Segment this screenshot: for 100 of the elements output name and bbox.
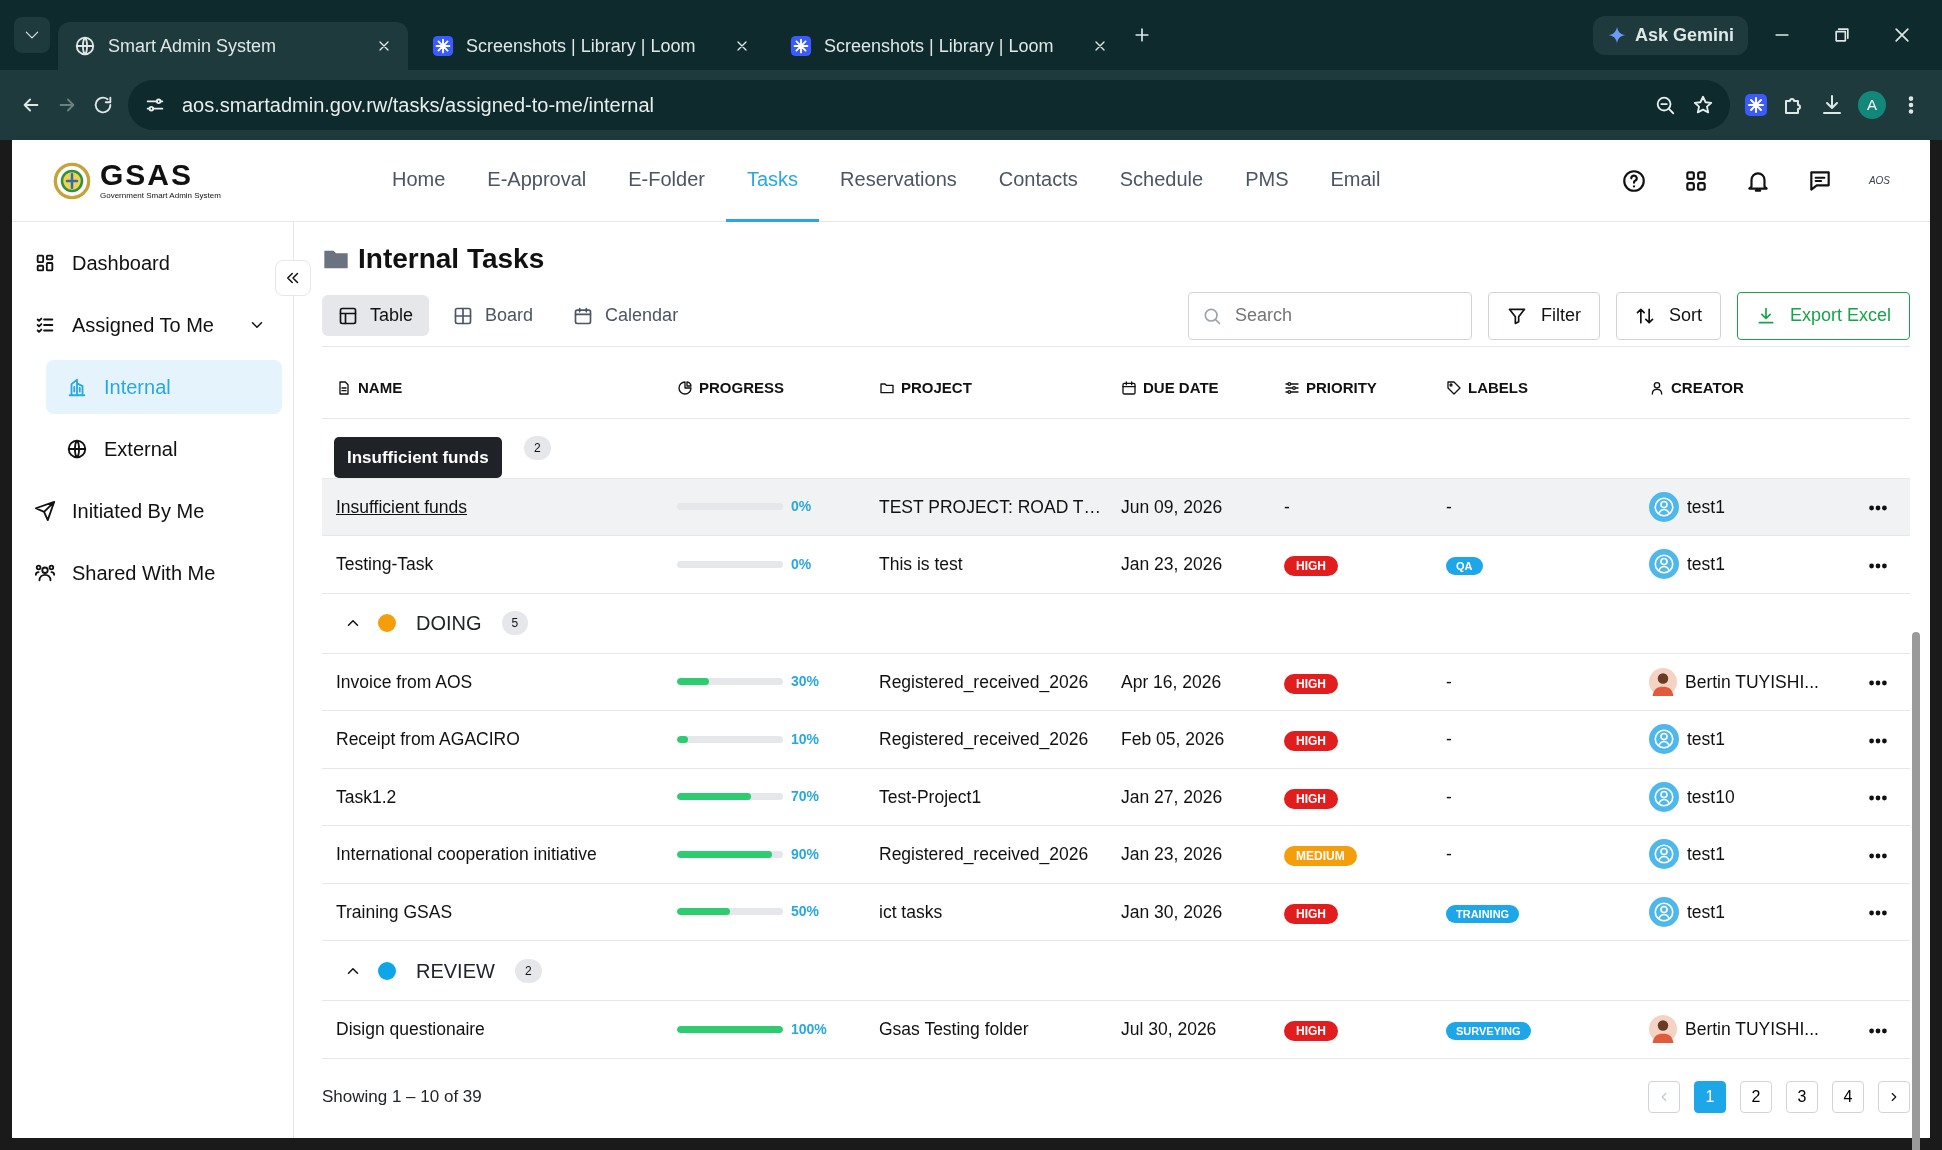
- address-bar[interactable]: aos.smartadmin.gov.rw/tasks/assigned-to-me/internal: [128, 80, 1730, 130]
- progress-percent: 10%: [791, 729, 820, 749]
- nav-link[interactable]: E-Approval: [466, 139, 608, 222]
- nav-link[interactable]: Reservations: [819, 139, 978, 222]
- chevron-down-icon: [25, 31, 39, 39]
- column-header: CREATOR: [1671, 377, 1744, 398]
- doc-icon: [336, 380, 352, 397]
- task-name[interactable]: Invoice from AOS: [336, 668, 677, 695]
- tag-icon: [1446, 380, 1462, 397]
- column-header: DUE DATE: [1143, 377, 1219, 398]
- creator-name: test1: [1687, 728, 1725, 752]
- asterisk-icon[interactable]: [1744, 93, 1768, 117]
- column-header: LABELS: [1468, 377, 1528, 398]
- due-date: Jan 27, 2026: [1121, 785, 1224, 809]
- sidebar-item[interactable]: Assigned To Me: [24, 298, 276, 352]
- progress-percent: 70%: [791, 787, 820, 807]
- sidebar-item[interactable]: Dashboard: [24, 236, 276, 290]
- priority-tag: HIGH: [1284, 1021, 1338, 1042]
- building-icon: [66, 376, 88, 398]
- group-name: REVIEW: [416, 958, 495, 984]
- column-header: PROJECT: [901, 377, 972, 398]
- creator-name: test1: [1687, 495, 1725, 519]
- priority-tag: HIGH: [1284, 903, 1338, 924]
- priority-tag: HIGH: [1284, 731, 1338, 752]
- creator-name: Bertin TUYISHI...: [1685, 1018, 1819, 1042]
- filter-button[interactable]: Filter: [1487, 291, 1600, 340]
- sort-button[interactable]: Sort: [1615, 291, 1721, 340]
- reload-icon[interactable]: [92, 94, 114, 116]
- task-name[interactable]: Testing-Task: [336, 551, 677, 578]
- people-icon: [34, 562, 56, 584]
- sidebar-item[interactable]: Shared With Me: [24, 546, 276, 600]
- count-badge: 2: [514, 958, 542, 983]
- column-header: NAME: [358, 377, 403, 398]
- nav-link[interactable]: Contacts: [977, 139, 1099, 222]
- calendar-icon: [1121, 380, 1137, 397]
- group-name: DOING: [416, 611, 482, 637]
- project-name: Registered_received_2026: [879, 843, 1090, 867]
- empty-value: -: [1446, 786, 1452, 807]
- task-name[interactable]: International cooperation initiative: [336, 841, 677, 868]
- label-tag: QA: [1446, 557, 1483, 576]
- empty-value: -: [1446, 844, 1452, 865]
- creator-name: test10: [1687, 785, 1735, 809]
- task-name[interactable]: Insufficient funds: [336, 493, 677, 520]
- scrollbar[interactable]: [1912, 632, 1920, 1150]
- page-button[interactable]: 4: [1832, 1080, 1864, 1113]
- nav-link[interactable]: Schedule: [1098, 139, 1225, 222]
- task-name[interactable]: Task1.2: [336, 783, 677, 810]
- logo-subtitle: Government Smart Admin System: [100, 189, 221, 202]
- nav-link[interactable]: Home: [370, 139, 467, 222]
- restore-icon[interactable]: [1832, 25, 1852, 45]
- asterisk-icon: [790, 35, 812, 57]
- project-name: Gsas Testing folder: [879, 1018, 1030, 1042]
- priority-tag: HIGH: [1284, 556, 1338, 577]
- collapse-sidebar-button[interactable]: [275, 260, 311, 296]
- empty-value: -: [1446, 671, 1452, 692]
- project-name: This is test: [879, 553, 964, 577]
- nav-link[interactable]: PMS: [1224, 139, 1310, 222]
- creator-name: test1: [1687, 553, 1725, 577]
- priority-tag: HIGH: [1284, 788, 1338, 809]
- view-tab[interactable]: Calendar: [557, 295, 695, 337]
- asterisk-icon: [432, 35, 454, 57]
- empty-value: -: [1446, 496, 1452, 517]
- due-date: Jun 09, 2026: [1121, 495, 1224, 519]
- hovered-row[interactable]: Insufficient funds 0% TEST PROJECT: ROAD T… Jun 09, 2026 - - test1: [322, 478, 1910, 537]
- user-mark[interactable]: AOS: [1868, 173, 1890, 188]
- page-button[interactable]: 3: [1786, 1080, 1818, 1113]
- project-name: Registered_received_2026: [879, 728, 1090, 752]
- due-date: Apr 16, 2026: [1121, 670, 1223, 694]
- help-icon[interactable]: [1620, 167, 1647, 194]
- creator-name: Bertin TUYISHI...: [1685, 670, 1819, 694]
- page-button[interactable]: 2: [1740, 1080, 1772, 1113]
- count-badge: 5: [501, 611, 529, 636]
- due-date: Jan 23, 2026: [1121, 843, 1224, 867]
- browser-tab[interactable]: Screenshots | Library | Loom: [774, 22, 1124, 70]
- view-tab[interactable]: Table: [322, 295, 430, 337]
- download-icon[interactable]: [1820, 93, 1844, 117]
- progress-percent: 100%: [791, 1019, 827, 1039]
- task-name[interactable]: Training GSAS: [336, 898, 677, 925]
- board-icon: [453, 305, 474, 326]
- view-tab[interactable]: Board: [437, 295, 550, 337]
- column-header: PRIORITY: [1306, 377, 1377, 398]
- task-name[interactable]: Disign questionaire: [336, 1016, 677, 1043]
- project-name: TEST PROJECT: ROAD T…: [879, 495, 1103, 519]
- progress-percent: 50%: [791, 902, 820, 922]
- ask-gemini-button[interactable]: Ask Gemini: [1592, 15, 1748, 55]
- label-tag: TRAINING: [1446, 904, 1520, 923]
- task-name[interactable]: Receipt from AGACIRO: [336, 726, 677, 753]
- zoom-icon[interactable]: [1654, 94, 1676, 116]
- nav-link[interactable]: Email: [1309, 139, 1402, 222]
- sidebar-item[interactable]: External: [46, 422, 282, 476]
- search-field[interactable]: Search: [1187, 291, 1472, 340]
- close-icon[interactable]: [1892, 25, 1912, 45]
- nav-link[interactable]: E-Folder: [607, 139, 726, 222]
- profile-avatar[interactable]: A: [1858, 91, 1886, 119]
- due-date: Jan 23, 2026: [1121, 553, 1224, 577]
- count-badge: 2: [524, 436, 551, 461]
- star-icon[interactable]: [1692, 94, 1714, 116]
- sidebar-item[interactable]: Initiated By Me: [24, 484, 276, 538]
- browser-tab[interactable]: Screenshots | Library | Loom: [416, 22, 766, 70]
- browser-tab[interactable]: Smart Admin System: [58, 22, 408, 70]
